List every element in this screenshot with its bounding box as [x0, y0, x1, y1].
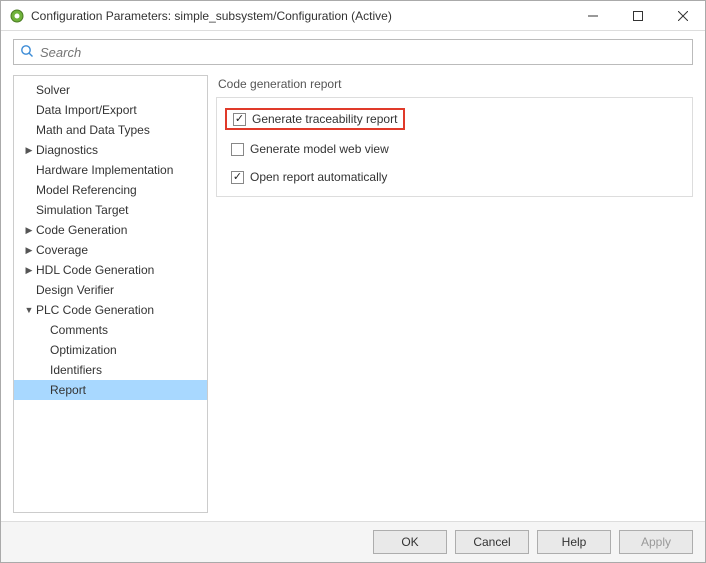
option-label: Generate model web view — [250, 142, 389, 156]
tree-item[interactable]: Model Referencing — [14, 180, 207, 200]
tree-item-label: Optimization — [48, 343, 117, 357]
tree-item-label: Simulation Target — [34, 203, 129, 217]
option-label: Open report automatically — [250, 170, 387, 184]
tree-item[interactable]: Identifiers — [14, 360, 207, 380]
tree-item[interactable]: Design Verifier — [14, 280, 207, 300]
tree-item[interactable]: ▶Code Generation — [14, 220, 207, 240]
tree-item-label: Design Verifier — [34, 283, 114, 297]
tree-item[interactable]: Simulation Target — [14, 200, 207, 220]
tree-item[interactable]: Math and Data Types — [14, 120, 207, 140]
tree-item[interactable]: ▶Coverage — [14, 240, 207, 260]
close-button[interactable] — [660, 1, 705, 30]
help-button[interactable]: Help — [537, 530, 611, 554]
tree-item-label: Diagnostics — [34, 143, 98, 157]
search-box[interactable] — [13, 39, 693, 65]
caret-right-icon[interactable]: ▶ — [24, 245, 34, 256]
caret-down-icon[interactable]: ▼ — [24, 305, 34, 315]
content-panel: Code generation report Generate traceabi… — [216, 75, 693, 513]
apply-button[interactable]: Apply — [619, 530, 693, 554]
tree-item-label: PLC Code Generation — [34, 303, 154, 317]
tree-item-label: Code Generation — [34, 223, 127, 237]
tree-item[interactable]: Comments — [14, 320, 207, 340]
nav-tree[interactable]: Solver Data Import/Export Math and Data Ty… — [13, 75, 208, 513]
tree-item[interactable]: ▼PLC Code Generation — [14, 300, 207, 320]
tree-item[interactable]: Optimization — [14, 340, 207, 360]
cancel-button[interactable]: Cancel — [455, 530, 529, 554]
window: Configuration Parameters: simple_subsyst… — [0, 0, 706, 563]
group-box: Generate traceability report Generate mod… — [216, 97, 693, 197]
option-row: Generate model web view — [227, 140, 682, 158]
tree-item-label: Math and Data Types — [34, 123, 150, 137]
window-title: Configuration Parameters: simple_subsyst… — [31, 9, 570, 23]
group-title: Code generation report — [218, 77, 693, 91]
tree-item[interactable]: Report — [14, 380, 207, 400]
tree-item-label: HDL Code Generation — [34, 263, 154, 277]
app-icon — [9, 8, 25, 24]
button-row: OK Cancel Help Apply — [1, 521, 705, 562]
tree-item-label: Coverage — [34, 243, 88, 257]
tree-item-label: Hardware Implementation — [34, 163, 173, 177]
checkbox[interactable] — [233, 113, 246, 126]
tree-item-label: Model Referencing — [34, 183, 137, 197]
tree-item[interactable]: Solver — [14, 80, 207, 100]
search-icon — [20, 44, 34, 61]
tree-item[interactable]: Hardware Implementation — [14, 160, 207, 180]
tree-item-label: Solver — [34, 83, 70, 97]
tree-item[interactable]: ▶Diagnostics — [14, 140, 207, 160]
tree-item[interactable]: ▶HDL Code Generation — [14, 260, 207, 280]
option-row: Open report automatically — [227, 168, 682, 186]
caret-right-icon[interactable]: ▶ — [24, 265, 34, 276]
tree-item-label: Identifiers — [48, 363, 102, 377]
search-input[interactable] — [38, 44, 686, 61]
ok-button[interactable]: OK — [373, 530, 447, 554]
tree-item-label: Data Import/Export — [34, 103, 137, 117]
caret-right-icon[interactable]: ▶ — [24, 145, 34, 156]
caret-right-icon[interactable]: ▶ — [24, 225, 34, 236]
minimize-button[interactable] — [570, 1, 615, 30]
option-row: Generate traceability report — [225, 108, 405, 130]
main-area: Solver Data Import/Export Math and Data Ty… — [1, 71, 705, 521]
window-controls — [570, 1, 705, 30]
tree-item-label: Comments — [48, 323, 108, 337]
maximize-button[interactable] — [615, 1, 660, 30]
search-row — [1, 31, 705, 71]
titlebar: Configuration Parameters: simple_subsyst… — [1, 1, 705, 31]
tree-item[interactable]: Data Import/Export — [14, 100, 207, 120]
option-label: Generate traceability report — [252, 112, 397, 126]
checkbox[interactable] — [231, 143, 244, 156]
tree-item-label: Report — [48, 383, 86, 397]
checkbox[interactable] — [231, 171, 244, 184]
